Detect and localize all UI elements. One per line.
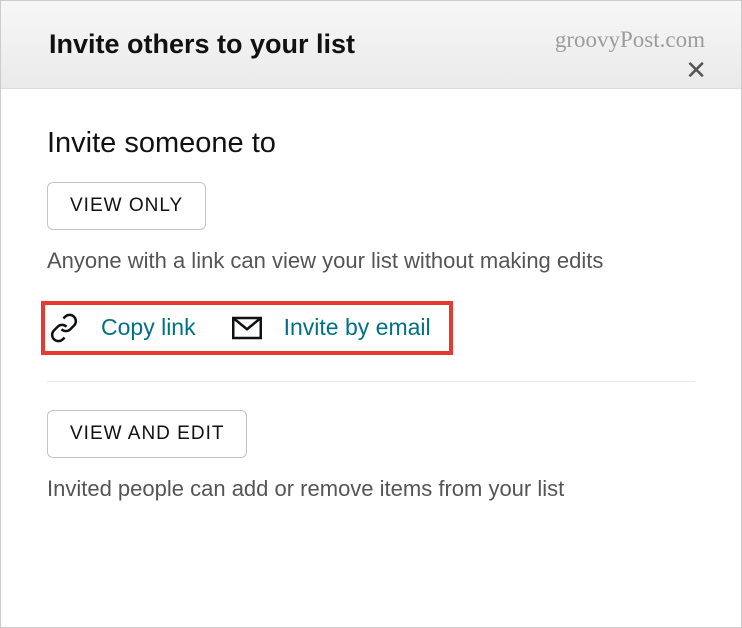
copy-link-action[interactable]: Copy link	[49, 313, 196, 343]
view-only-description: Anyone with a link can view your list wi…	[47, 246, 695, 277]
invite-email-action[interactable]: Invite by email	[232, 313, 431, 343]
mail-icon	[232, 313, 262, 343]
view-edit-section: VIEW AND EDIT Invited people can add or …	[47, 410, 695, 505]
watermark-text: groovyPost.com	[555, 27, 705, 53]
view-only-button[interactable]: VIEW ONLY	[47, 182, 206, 230]
invite-email-label: Invite by email	[284, 314, 431, 341]
view-edit-button[interactable]: VIEW AND EDIT	[47, 410, 247, 458]
view-only-section: VIEW ONLY Anyone with a link can view yo…	[47, 182, 695, 367]
dialog-content: Invite someone to VIEW ONLY Anyone with …	[1, 89, 741, 505]
dialog-title: Invite others to your list	[49, 29, 355, 60]
dialog-header: Invite others to your list groovyPost.co…	[1, 1, 741, 89]
section-divider	[47, 381, 695, 382]
close-icon: ✕	[685, 55, 707, 85]
section-title: Invite someone to	[47, 127, 695, 160]
link-icon	[49, 313, 79, 343]
copy-link-label: Copy link	[101, 314, 196, 341]
actions-highlight: Copy link Invite by email	[41, 301, 453, 355]
view-edit-description: Invited people can add or remove items f…	[47, 474, 695, 505]
close-button[interactable]: ✕	[685, 57, 707, 83]
